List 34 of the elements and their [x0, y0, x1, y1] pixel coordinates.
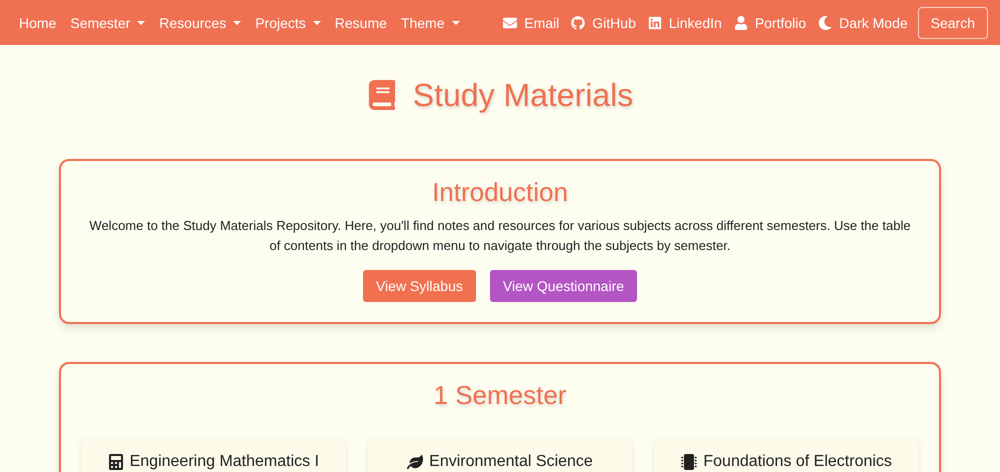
nav-link[interactable]: LinkedIn [648, 14, 722, 30]
linkedin-icon [648, 16, 662, 30]
page-title: Study Materials [412, 76, 634, 114]
nav-link[interactable]: Dark Mode [818, 14, 908, 30]
caret-icon [137, 20, 146, 24]
caret-icon [312, 20, 321, 24]
nav-link[interactable]: Email [503, 14, 560, 30]
subject-title: Environmental Science [429, 453, 593, 471]
nav-dropdown[interactable]: Semester [70, 14, 146, 30]
calculator-icon [108, 454, 124, 470]
caret-icon [233, 20, 242, 24]
nav-link[interactable]: Portfolio [734, 14, 806, 30]
link-button[interactable]: View Syllabus [362, 270, 476, 302]
leaf-icon [407, 454, 424, 470]
search-button[interactable]: Search [918, 6, 988, 38]
nav-link[interactable]: Home [19, 14, 56, 30]
introduction-text: Welcome to the Study Materials Repository. Here, you'll find notes and resources for various subjects across different semesters. Use the table of contents in the dropdown menu to navigate through the subjects by semester. [89, 217, 911, 255]
subject-title: Engineering Mathematics I [130, 453, 320, 471]
section-heading: 1 Semester [432, 380, 568, 411]
link-button[interactable]: View Questionnaire [490, 270, 638, 302]
person-icon [734, 16, 748, 30]
nav-link[interactable]: GitHub [571, 14, 636, 30]
envelope-icon [503, 16, 518, 30]
book-icon [366, 80, 397, 110]
nav-link[interactable]: Resume [334, 14, 387, 30]
nav-dropdown[interactable]: Theme [400, 14, 460, 30]
section-heading: Introduction [431, 177, 569, 208]
caret-icon [452, 20, 460, 24]
nav-dropdown[interactable]: Projects [255, 14, 321, 30]
chip-icon [681, 454, 698, 470]
nav-dropdown[interactable]: Resources [159, 14, 242, 30]
subject-title: Foundations of Electronics [703, 453, 892, 471]
moon-icon [818, 16, 832, 30]
github-icon [571, 16, 586, 30]
